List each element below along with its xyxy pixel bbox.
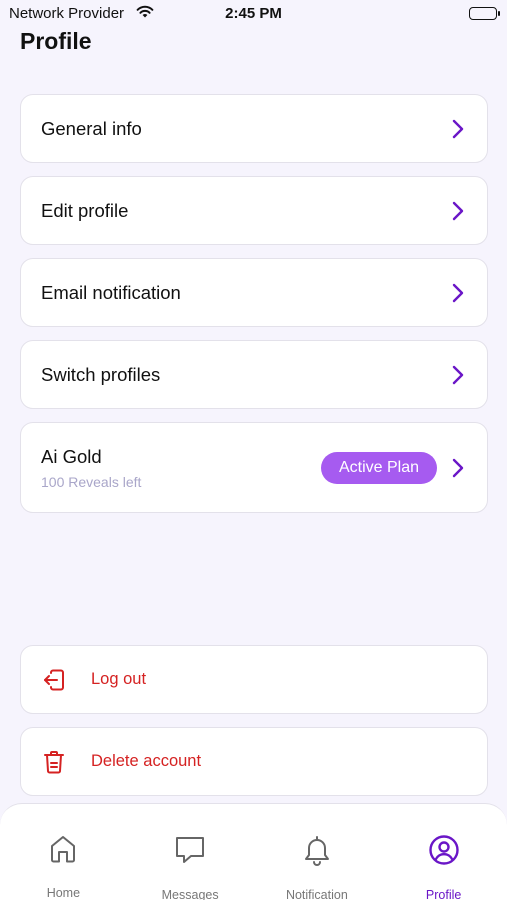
tab-profile[interactable]: Profile bbox=[380, 804, 507, 900]
plan-reveals-left: 100 Reveals left bbox=[41, 473, 142, 490]
tab-label: Home bbox=[46, 886, 81, 900]
menu-item-label: General info bbox=[41, 117, 142, 139]
plan-title: Ai Gold bbox=[41, 445, 102, 467]
active-plan-badge: Active Plan bbox=[320, 451, 437, 484]
tab-label: Profile bbox=[425, 888, 462, 900]
logout-label: Log out bbox=[91, 670, 147, 688]
tab-label: Messages bbox=[161, 888, 219, 900]
tab-notification[interactable]: Notification bbox=[254, 804, 381, 900]
plan-card[interactable]: Ai Gold 100 Reveals left Active Plan bbox=[20, 422, 488, 513]
status-bar: Network Provider 2:45 PM bbox=[0, 0, 507, 26]
bottom-tab-bar: Home Messages Notification Profile bbox=[0, 803, 507, 900]
profile-screen: Network Provider 2:45 PM Profile General… bbox=[0, 0, 507, 900]
delete-account-button[interactable]: Delete account bbox=[20, 727, 488, 796]
chat-bubble-icon bbox=[174, 834, 206, 866]
menu-item-edit-profile[interactable]: Edit profile bbox=[20, 176, 488, 245]
tab-home[interactable]: Home bbox=[0, 804, 127, 900]
delete-account-label: Delete account bbox=[91, 752, 202, 770]
menu-item-general-info[interactable]: General info bbox=[20, 94, 488, 163]
chevron-right-icon bbox=[449, 200, 467, 222]
chevron-right-icon bbox=[449, 457, 467, 479]
chevron-right-icon bbox=[449, 282, 467, 304]
plan-info: Ai Gold 100 Reveals left bbox=[41, 446, 321, 490]
bell-icon bbox=[301, 834, 333, 866]
menu-item-label: Switch profiles bbox=[41, 363, 161, 385]
menu-item-switch-profiles[interactable]: Switch profiles bbox=[20, 340, 488, 409]
logout-button[interactable]: Log out bbox=[20, 645, 488, 714]
tab-label: Notification bbox=[285, 888, 348, 900]
menu-item-label: Edit profile bbox=[41, 199, 129, 221]
menu-item-label: Email notification bbox=[41, 281, 181, 303]
home-icon bbox=[47, 834, 79, 864]
trash-icon bbox=[41, 749, 67, 775]
menu-item-email-notification[interactable]: Email notification bbox=[20, 258, 488, 327]
chevron-right-icon bbox=[449, 364, 467, 386]
status-time: 2:45 PM bbox=[225, 5, 282, 22]
tab-messages[interactable]: Messages bbox=[127, 804, 254, 900]
user-circle-icon bbox=[428, 834, 460, 866]
battery-icon bbox=[469, 7, 500, 20]
chevron-right-icon bbox=[449, 118, 467, 140]
page-title: Profile bbox=[20, 28, 92, 54]
logout-icon bbox=[41, 667, 67, 693]
